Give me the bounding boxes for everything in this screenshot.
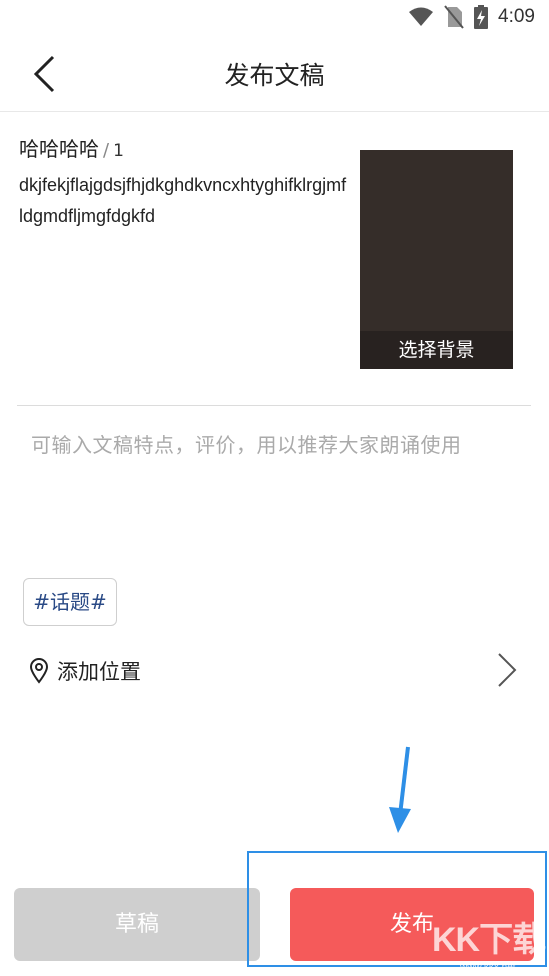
location-pin-icon <box>29 658 49 684</box>
background-picker[interactable]: 选择背景 <box>360 150 513 369</box>
watermark-logo: KK下载 <box>432 921 546 959</box>
battery-charging-icon <box>474 5 489 29</box>
draft-count: 1 <box>113 141 124 161</box>
add-location-row[interactable]: 添加位置 <box>0 640 549 700</box>
page-title: 发布文稿 <box>224 61 325 90</box>
status-time: 4:09 <box>498 6 535 27</box>
watermark: KK下载 www.kkx.net <box>430 912 549 976</box>
title-bar: 发布文稿 <box>0 38 549 112</box>
status-bar: 4:09 <box>0 0 549 36</box>
draft-title-row: 哈哈哈哈/1 <box>19 133 124 162</box>
draft-button[interactable]: 草稿 <box>14 888 260 961</box>
status-icons: 4:09 <box>408 5 535 29</box>
wifi-icon <box>409 7 434 26</box>
annotation-arrow-icon <box>389 746 411 833</box>
add-location-label: 添加位置 <box>57 660 141 684</box>
draft-body-text: dkjfekjflajgdsjfhjdkghdkvncxhtyghifklrgj… <box>19 175 347 226</box>
watermark-url: www.kkx.net <box>460 962 516 973</box>
description-input[interactable] <box>31 430 526 550</box>
draft-title: 哈哈哈哈 <box>19 137 99 161</box>
draft-separator: / <box>103 140 110 161</box>
chevron-right-icon <box>498 653 517 687</box>
divider <box>17 405 531 406</box>
topic-button[interactable]: #话题# <box>23 578 117 626</box>
background-picker-label: 选择背景 <box>360 331 513 369</box>
no-sim-icon <box>444 5 464 29</box>
